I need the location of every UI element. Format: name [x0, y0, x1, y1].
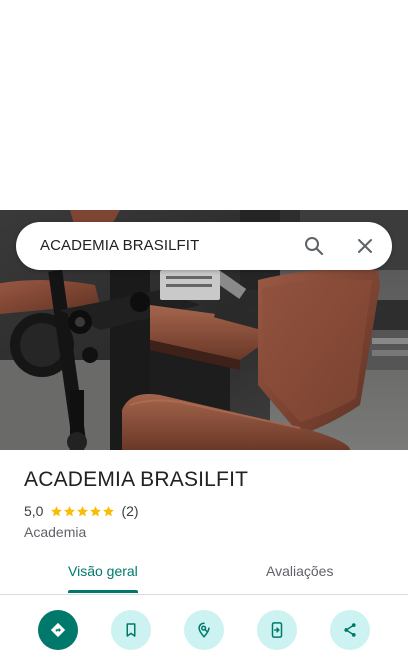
place-panel: ACADEMIA BRASILFIT ACADEMIA BRASILFIT 5,… — [0, 0, 408, 660]
directions-icon — [50, 622, 66, 638]
share-button[interactable] — [330, 610, 370, 650]
bookmark-icon — [126, 623, 136, 637]
star-rating — [50, 505, 115, 518]
tab-bar: Visão geral Avaliações — [0, 554, 408, 595]
nearby-button[interactable] — [184, 610, 224, 650]
share-icon — [344, 623, 356, 637]
save-button[interactable] — [111, 610, 151, 650]
star-icon — [90, 505, 102, 516]
tab-overview[interactable]: Visão geral — [68, 554, 138, 593]
rating-value: 5,0 — [24, 503, 44, 519]
tab-reviews[interactable]: Avaliações — [266, 554, 333, 592]
review-count[interactable]: (2) — [121, 503, 138, 519]
place-title: ACADEMIA BRASILFIT — [24, 468, 249, 491]
send-to-phone-icon — [271, 622, 283, 638]
star-icon — [51, 505, 63, 516]
place-category: Academia — [24, 524, 87, 540]
nearby-icon — [198, 622, 210, 638]
search-icon[interactable] — [302, 234, 326, 258]
star-icon — [77, 505, 89, 516]
send-to-phone-button[interactable] — [257, 610, 297, 650]
action-bar — [0, 610, 408, 650]
map-area[interactable] — [0, 0, 408, 210]
close-icon[interactable] — [353, 234, 377, 258]
star-icon — [64, 505, 76, 516]
directions-button[interactable] — [38, 610, 78, 650]
search-input[interactable]: ACADEMIA BRASILFIT — [40, 222, 199, 270]
star-icon — [103, 505, 115, 516]
search-bar[interactable]: ACADEMIA BRASILFIT — [16, 222, 392, 270]
rating-row[interactable]: 5,0 (2) — [24, 502, 139, 520]
